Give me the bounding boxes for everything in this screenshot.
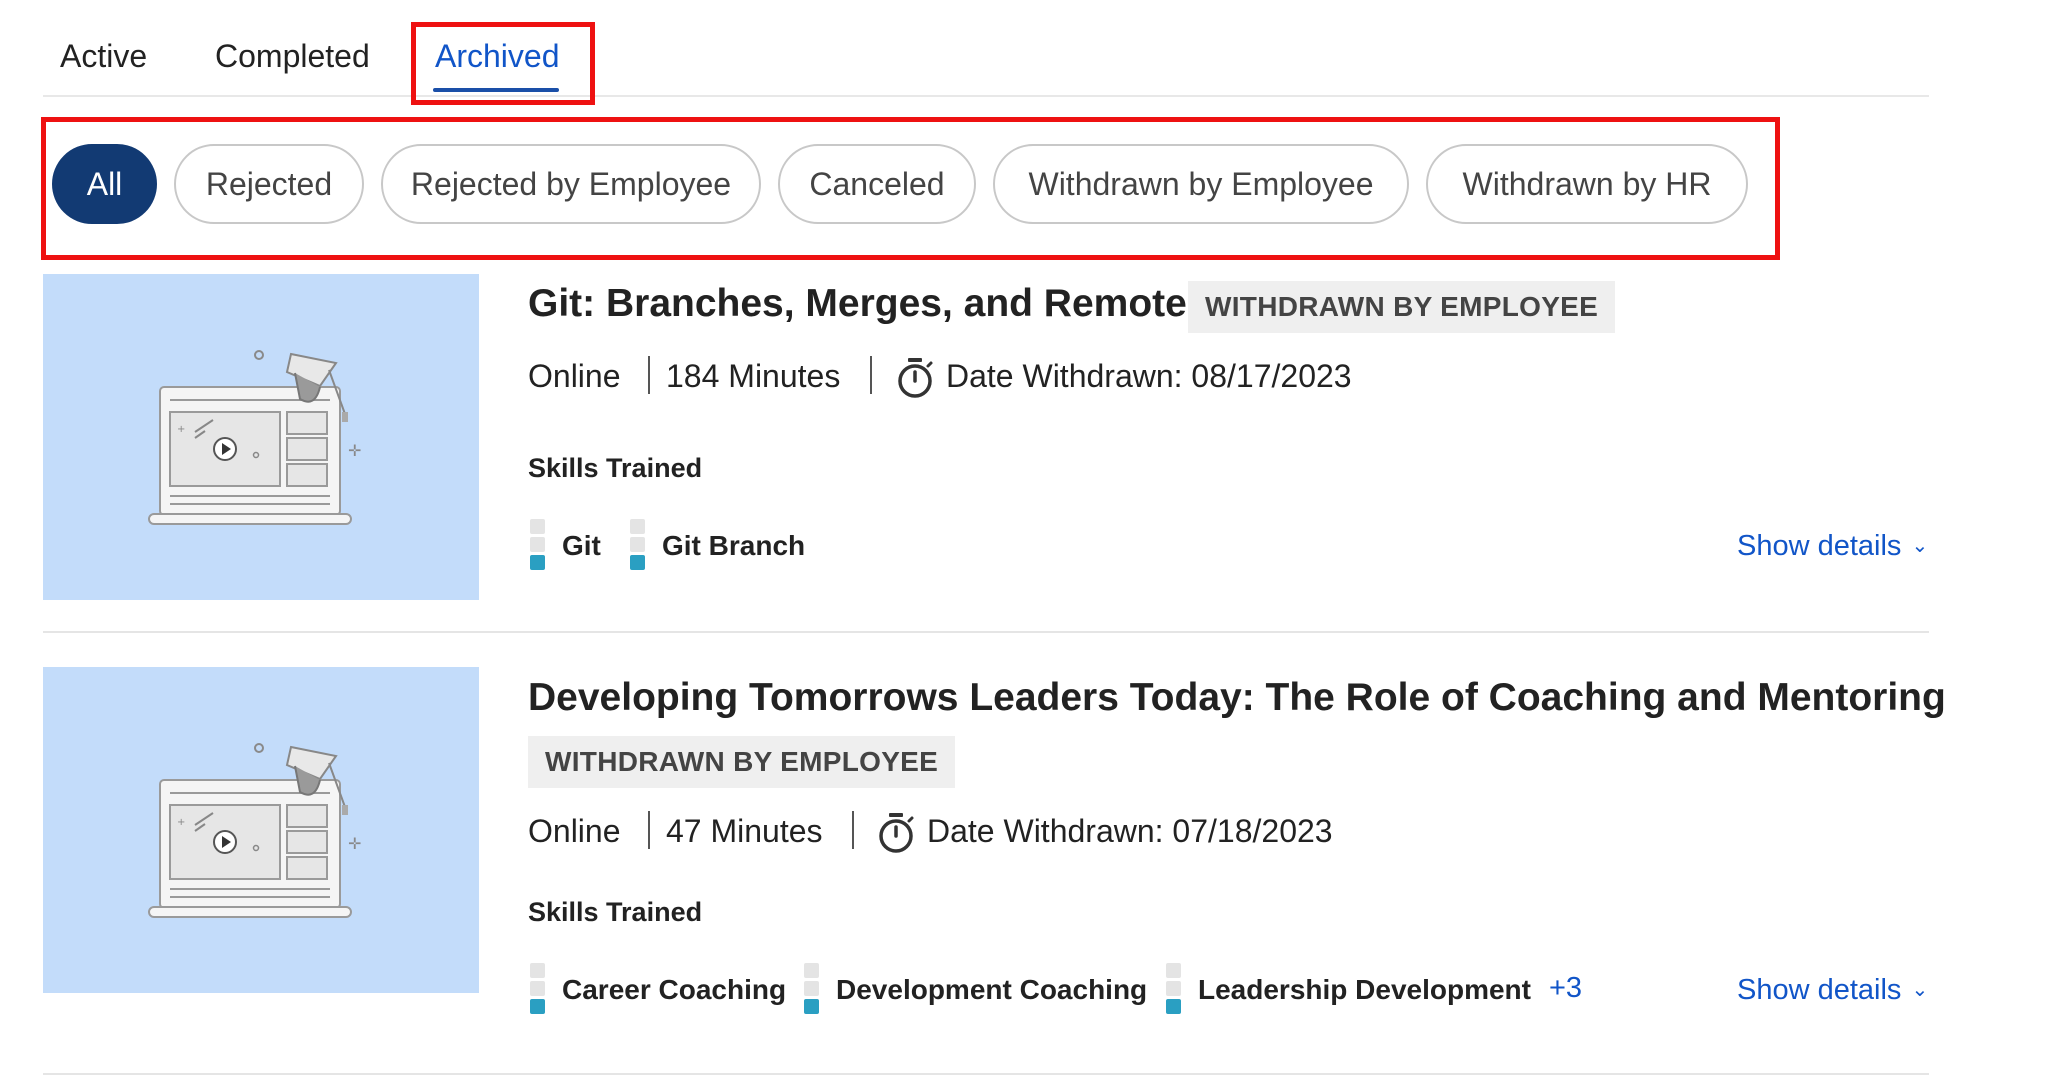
- show-details-link[interactable]: Show details ⌄: [1737, 974, 1928, 1007]
- meta-divider: [648, 356, 650, 394]
- timer-icon: [879, 813, 914, 853]
- skill-level-indicator: [530, 519, 545, 571]
- svg-text:+: +: [177, 424, 185, 435]
- course-title[interactable]: Developing Tomorrows Leaders Today: The …: [528, 676, 1946, 720]
- course-thumbnail[interactable]: + ✛: [43, 274, 479, 600]
- tab-active[interactable]: Active: [60, 38, 147, 75]
- skill-tag: Git Branch: [662, 530, 806, 561]
- filter-chip-rejected-by-employee[interactable]: Rejected by Employee: [381, 144, 761, 224]
- filter-chip-rejected[interactable]: Rejected: [174, 144, 364, 224]
- chevron-down-icon: ⌄: [1911, 535, 1929, 557]
- date-withdrawn: Date Withdrawn: 07/18/2023: [927, 813, 1333, 849]
- course-format: Online: [528, 813, 621, 849]
- skill-level-indicator: [530, 963, 545, 1015]
- course-illustration: + ✛: [148, 743, 361, 918]
- status-badge: WITHDRAWN BY EMPLOYEE: [528, 736, 956, 788]
- meta-divider: [852, 811, 854, 849]
- course-duration: 184 Minutes: [666, 358, 841, 394]
- skill-level-indicator: [1166, 963, 1181, 1015]
- date-withdrawn: Date Withdrawn: 08/17/2023: [946, 358, 1352, 394]
- course-duration: 47 Minutes: [666, 813, 823, 849]
- timer-icon: [898, 358, 933, 398]
- filter-chip-withdrawn-by-employee[interactable]: Withdrawn by Employee: [993, 144, 1409, 224]
- skill-tag: Git: [562, 530, 601, 561]
- filter-chip-withdrawn-by-hr[interactable]: Withdrawn by HR: [1426, 144, 1748, 224]
- filter-chip-canceled[interactable]: Canceled: [778, 144, 976, 224]
- tab-bar: Active Completed Archived: [43, 0, 1929, 97]
- active-tab-indicator: [433, 88, 559, 92]
- filter-chip-all[interactable]: All: [52, 144, 157, 224]
- tab-completed[interactable]: Completed: [215, 38, 370, 75]
- show-details-label: Show details: [1737, 530, 1902, 562]
- svg-text:✛: ✛: [348, 834, 361, 853]
- show-details-link[interactable]: Show details ⌄: [1737, 530, 1928, 563]
- course-divider: [43, 1073, 1929, 1075]
- svg-text:✛: ✛: [348, 441, 361, 460]
- skills-trained-label: Skills Trained: [528, 453, 703, 483]
- course-divider: [43, 631, 1929, 633]
- chevron-down-icon: ⌄: [1911, 979, 1929, 1001]
- skill-level-indicator: [630, 519, 645, 571]
- more-skills-link[interactable]: +3: [1549, 972, 1582, 1005]
- show-details-label: Show details: [1737, 974, 1902, 1006]
- course-format: Online: [528, 358, 621, 394]
- skill-tag: Leadership Development: [1198, 974, 1531, 1005]
- meta-divider: [648, 811, 650, 849]
- status-badge: WITHDRAWN BY EMPLOYEE: [1188, 281, 1616, 333]
- tab-archived[interactable]: Archived: [435, 38, 560, 75]
- meta-divider: [870, 356, 872, 394]
- svg-text:+: +: [177, 817, 185, 828]
- course-thumbnail[interactable]: + ✛: [43, 667, 479, 993]
- course-illustration: + ✛: [148, 350, 361, 525]
- skills-trained-label: Skills Trained: [528, 897, 703, 927]
- skill-tag: Development Coaching: [836, 974, 1148, 1005]
- skill-tag: Career Coaching: [562, 974, 787, 1005]
- course-title[interactable]: Git: Branches, Merges, and Remotes: [528, 282, 1209, 326]
- skill-level-indicator: [804, 963, 819, 1015]
